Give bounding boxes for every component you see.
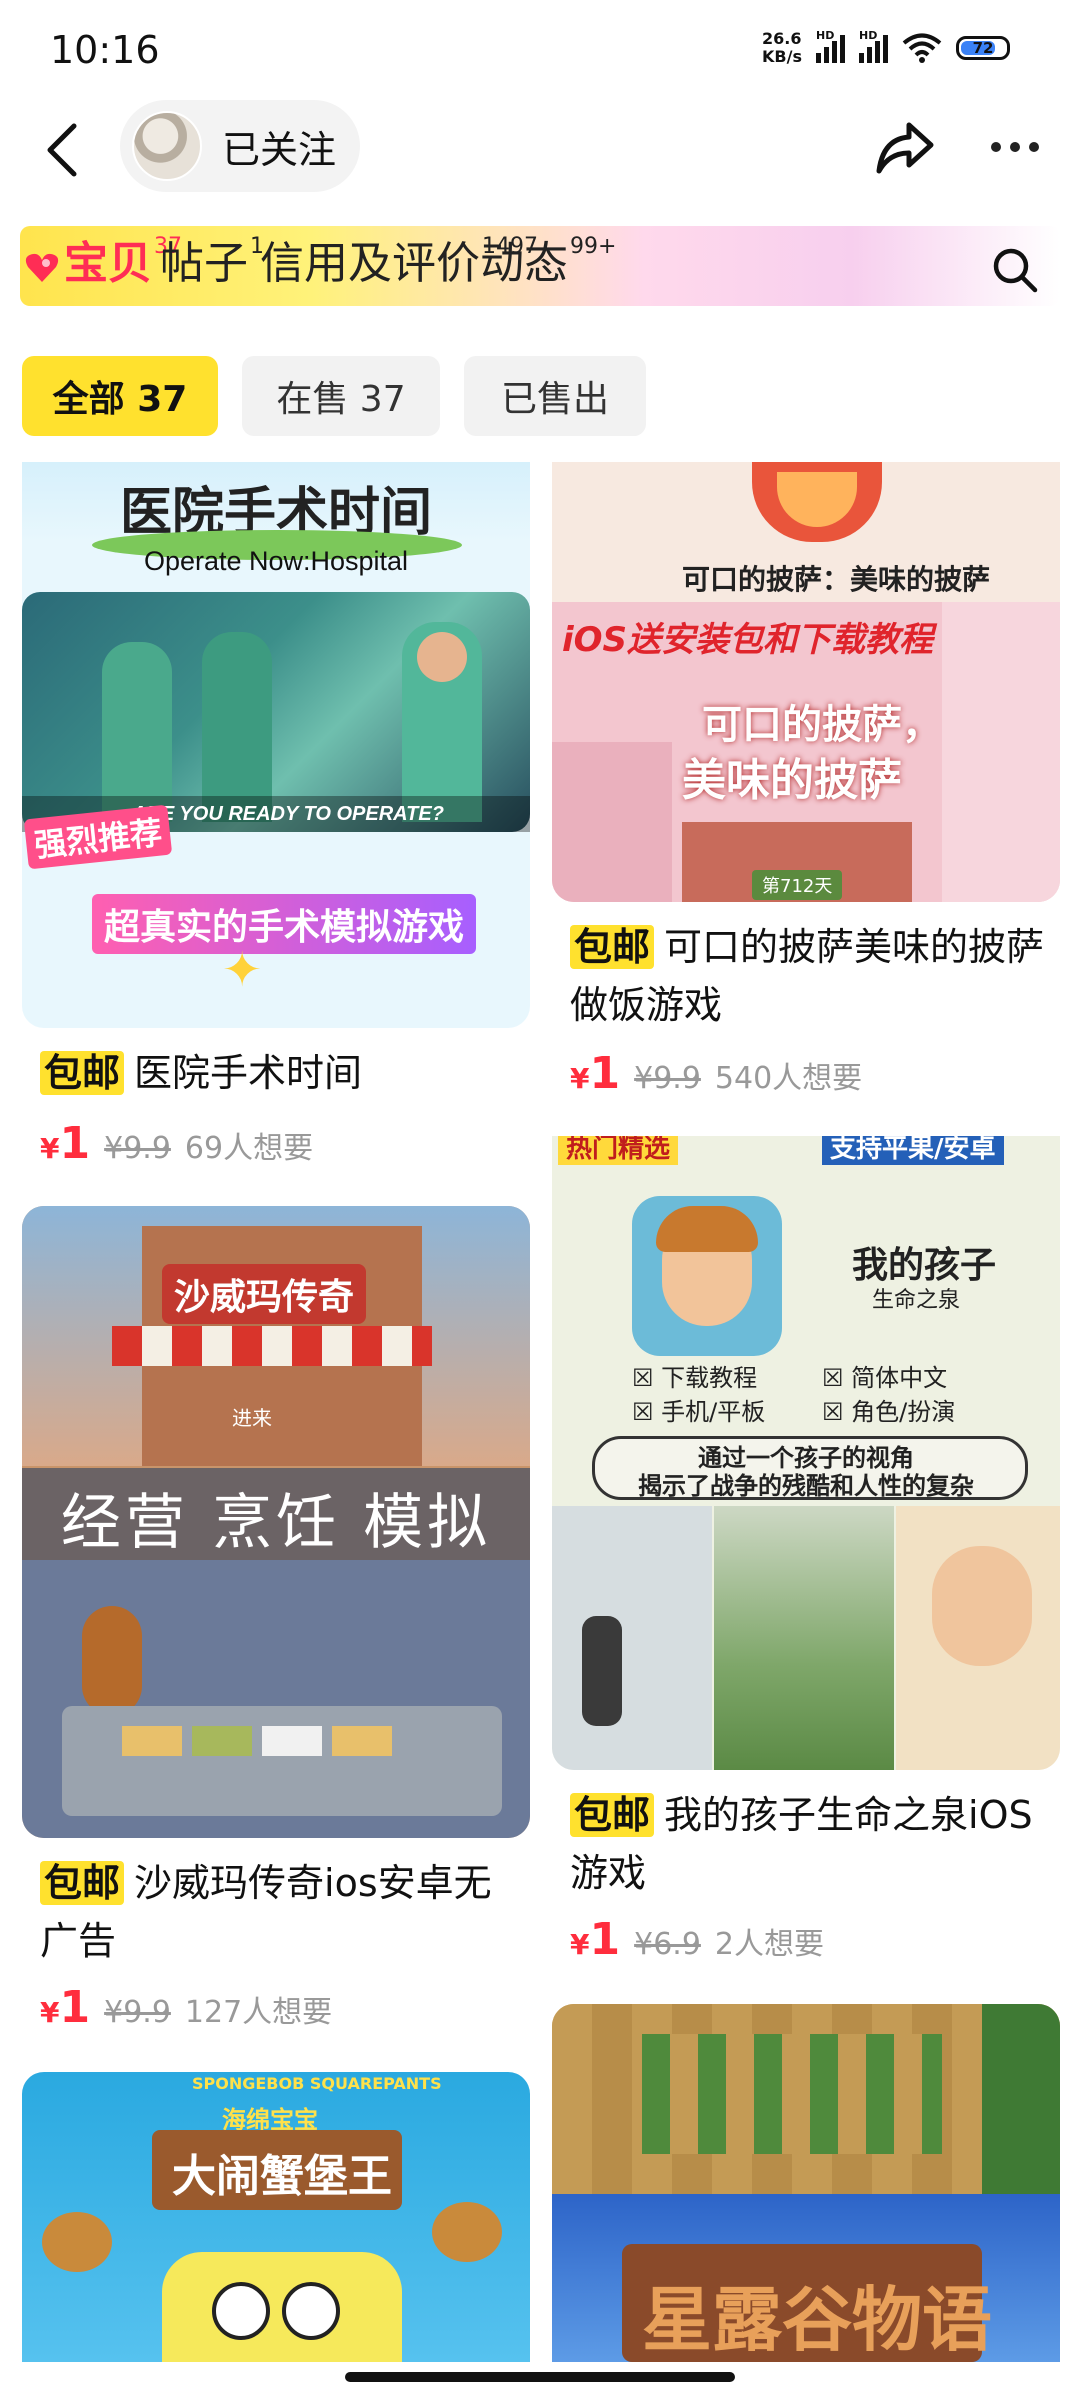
price: 1 xyxy=(589,1914,621,1965)
heart-icon xyxy=(25,253,59,282)
product-title[interactable]: 包邮 沙威玛传奇ios安卓无广告 xyxy=(40,1854,520,1970)
free-shipping-tag: 包邮 xyxy=(40,1051,125,1095)
tab-items[interactable]: 宝贝 37 xyxy=(24,232,182,302)
free-shipping-tag: 包邮 xyxy=(570,1793,655,1837)
status-icons: 26.6 KB/s HD HD 72 xyxy=(762,29,1010,66)
tab-activity[interactable]: 动态 99+ xyxy=(480,232,616,302)
follow-label: 已关注 xyxy=(222,127,337,172)
price: 1 xyxy=(59,1982,91,2033)
search-button[interactable] xyxy=(985,240,1045,300)
follow-status-pill[interactable]: 已关注 xyxy=(120,100,360,192)
signal-icon: HD xyxy=(816,29,845,63)
original-price: ¥9.9 xyxy=(104,1131,171,1166)
price-row: ¥ 1 ¥9.9 127人想要 xyxy=(40,1982,333,2033)
status-bar: 10:16 26.6 KB/s HD HD 72 xyxy=(0,0,1080,100)
signal-icon-2: HD xyxy=(859,29,888,63)
product-image[interactable]: SPONGEBOB SQUAREPANTS 海绵宝宝 大闹蟹堡王 xyxy=(22,2072,530,2362)
search-icon xyxy=(993,248,1038,293)
filter-all[interactable]: 全部 37 xyxy=(22,356,218,436)
free-shipping-tag: 包邮 xyxy=(40,1861,125,1905)
price: 1 xyxy=(589,1048,621,1099)
profile-tabs: 宝贝 37 帖子 1 信用及评价 1497 动态 99+ xyxy=(20,226,1060,306)
want-count: 69人想要 xyxy=(184,1131,314,1166)
more-dot-icon xyxy=(991,142,1001,152)
product-image[interactable]: 可口的披萨：美味的披萨 iOS送安装包和下载教程 可口的披萨， 美味的披萨 第7… xyxy=(552,462,1060,902)
avatar[interactable] xyxy=(132,111,202,181)
want-count: 540人想要 xyxy=(714,1061,863,1096)
original-price: ¥9.9 xyxy=(634,1061,701,1096)
product-image[interactable]: 沙威玛传奇 进来 经营 烹饪 模拟 xyxy=(22,1206,530,1838)
filter-on-sale[interactable]: 在售 37 xyxy=(242,356,440,436)
want-count: 127人想要 xyxy=(184,1995,333,2030)
product-image[interactable]: 星露谷物语 xyxy=(552,2004,1060,2362)
back-button[interactable] xyxy=(30,118,94,182)
header: 已关注 xyxy=(0,100,1080,200)
product-image[interactable]: 医院手术时间 Operate Now:Hospital ARE YOU READ… xyxy=(22,462,530,1028)
product-image[interactable]: 热门精选 支持平果/安卓 我的孩子 生命之泉 ☒ 下载教程 ☒ 简体中文 ☒ 手… xyxy=(552,1136,1060,1770)
product-title[interactable]: 包邮 医院手术时间 xyxy=(40,1044,520,1102)
product-title[interactable]: 包邮 可口的披萨美味的披萨做饭游戏 xyxy=(570,918,1050,1034)
price-row: ¥ 1 ¥6.9 2人想要 xyxy=(570,1914,824,1965)
want-count: 2人想要 xyxy=(714,1927,824,1962)
share-icon xyxy=(876,122,934,174)
filter-sold[interactable]: 已售出 xyxy=(464,356,646,436)
tab-posts[interactable]: 帖子 1 xyxy=(160,232,264,302)
free-shipping-tag: 包邮 xyxy=(570,925,655,969)
back-arrow-icon xyxy=(47,123,77,177)
original-price: ¥9.9 xyxy=(104,1995,171,2030)
original-price: ¥6.9 xyxy=(634,1927,701,1962)
price-row: ¥ 1 ¥9.9 69人想要 xyxy=(40,1118,314,1169)
more-button[interactable] xyxy=(975,112,1055,182)
home-indicator[interactable] xyxy=(345,2372,735,2382)
network-speed: 26.6 KB/s xyxy=(762,29,802,66)
product-title[interactable]: 包邮 我的孩子生命之泉iOS游戏 xyxy=(570,1786,1050,1902)
battery-icon: 72 xyxy=(956,36,1010,60)
status-time: 10:16 xyxy=(50,28,160,72)
wifi-icon xyxy=(902,33,942,63)
price-row: ¥ 1 ¥9.9 540人想要 xyxy=(570,1048,863,1099)
share-button[interactable] xyxy=(870,112,940,182)
price: 1 xyxy=(59,1118,91,1169)
